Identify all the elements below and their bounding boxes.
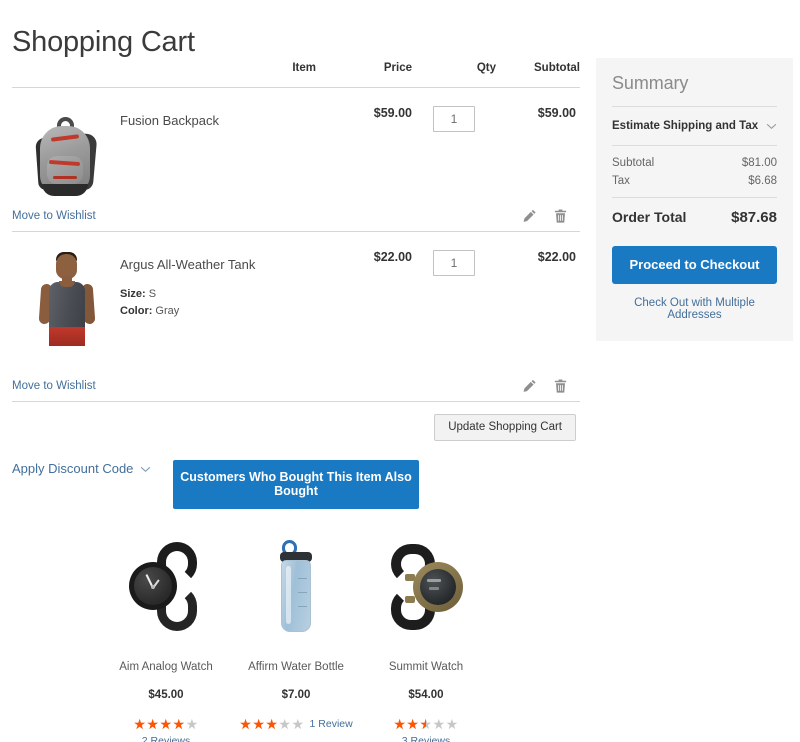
option-value: Gray: [155, 305, 180, 317]
cart-table: Item Price Qty Subtotal Fusion Backpack …: [12, 62, 580, 402]
summary-line-subtotal: Subtotal $81.00: [612, 155, 777, 173]
move-to-wishlist-link[interactable]: Move to Wishlist: [12, 210, 96, 222]
qty-input[interactable]: 1: [433, 106, 475, 132]
list-item: Summit Watch $54.00 ★★★★★ ★★★★★ 3 Review…: [361, 534, 491, 742]
option-label: Size:: [120, 288, 146, 300]
tax-value: $6.68: [748, 175, 777, 187]
summary-line-tax: Tax $6.68: [612, 173, 777, 191]
crosssell-product-grid: Aim Analog Watch $45.00 ★★★★★ ★★★★★ 2 Re…: [12, 509, 580, 742]
cart-items-section: Item Price Qty Subtotal Fusion Backpack …: [12, 62, 580, 478]
column-header-price: Price: [383, 62, 412, 74]
crosssell-product-price: $7.00: [281, 689, 311, 701]
option-value: S: [148, 288, 157, 300]
move-to-wishlist-link[interactable]: Move to Wishlist: [12, 380, 96, 392]
item-subtotal: $59.00: [537, 106, 576, 120]
item-price: $59.00: [373, 106, 412, 120]
list-item: Size: S: [120, 286, 255, 303]
star-rating-fill: ★★★★★: [239, 717, 279, 731]
estimate-shipping-and-tax-toggle[interactable]: Estimate Shipping and Tax: [612, 106, 777, 146]
page-title: Shopping Cart: [12, 26, 195, 59]
table-row-actions: Move to Wishlist: [12, 202, 580, 232]
summary-title: Summary: [612, 73, 689, 93]
row-actions-cell: Move to Wishlist: [12, 346, 580, 402]
pencil-icon[interactable]: [522, 208, 537, 224]
item-subtotal: $22.00: [537, 250, 576, 264]
subtotal-label: Subtotal: [612, 157, 655, 169]
trash-icon[interactable]: [553, 378, 568, 394]
crosssell-product-name[interactable]: Summit Watch: [389, 661, 463, 673]
table-row-actions: Move to Wishlist: [12, 346, 580, 402]
checkout-multiple-addresses-link[interactable]: Check Out with Multiple Addresses: [612, 297, 777, 321]
crosssell-product-name[interactable]: Aim Analog Watch: [119, 661, 213, 673]
subtotal-value: $81.00: [741, 157, 777, 169]
cart-table-head: Item Price Qty Subtotal: [12, 62, 580, 88]
crosssell-product-name[interactable]: Affirm Water Bottle: [248, 661, 344, 673]
backpack-image[interactable]: [29, 104, 103, 202]
product-thumbnail-wrap[interactable]: [12, 248, 120, 346]
shopping-cart-page: Shopping Cart Item Price Qty Subtotal Fu…: [0, 0, 800, 742]
star-rating-fill: ★★★★★: [133, 717, 186, 731]
column-header-qty: Qty: [476, 62, 496, 74]
cart-item-cell: Fusion Backpack: [12, 88, 316, 202]
table-row: Argus All-Weather Tank Size: S Color: Gray: [12, 232, 580, 346]
update-shopping-cart-button[interactable]: Update Shopping Cart: [434, 414, 576, 441]
item-price: $22.00: [373, 250, 412, 264]
rating-block: ★★★★★ ★★★★★ 1 Review: [231, 717, 361, 731]
qty-input[interactable]: 1: [433, 250, 475, 276]
qty-cell: 1: [412, 232, 496, 346]
water-bottle-image[interactable]: [241, 534, 351, 639]
rating-block: ★★★★★ ★★★★★: [101, 717, 231, 731]
product-options-list: Size: S Color: Gray: [120, 286, 255, 320]
qty-cell: 1: [412, 88, 496, 203]
pencil-icon[interactable]: [522, 378, 537, 394]
star-rating-icon[interactable]: ★★★★★ ★★★★★: [393, 717, 458, 731]
analog-watch-image[interactable]: [111, 534, 221, 639]
summit-watch-image[interactable]: [371, 534, 481, 639]
product-name-link[interactable]: Fusion Backpack: [120, 112, 219, 129]
column-header-item: Item: [292, 62, 316, 74]
crosssell-banner[interactable]: Customers Who Bought This Item Also Boug…: [173, 460, 419, 509]
summary-line-order-total: Order Total $87.68: [612, 197, 777, 226]
order-total-value: $87.68: [731, 209, 777, 226]
row-actions-cell: Move to Wishlist: [12, 202, 580, 232]
rating-block: ★★★★★ ★★★★★: [361, 717, 491, 731]
order-total-label: Order Total: [612, 209, 687, 225]
tank-model-image[interactable]: [29, 248, 103, 346]
list-item: Aim Analog Watch $45.00 ★★★★★ ★★★★★ 2 Re…: [101, 534, 231, 742]
star-rating-fill: ★★★★★: [393, 717, 426, 731]
column-header-subtotal: Subtotal: [534, 62, 580, 74]
cart-item-cell: Argus All-Weather Tank Size: S Color: Gray: [12, 232, 316, 346]
list-item: Color: Gray: [120, 303, 255, 320]
estimate-shipping-label: Estimate Shipping and Tax: [612, 120, 759, 132]
cart-actions-bar: Update Shopping Cart: [12, 402, 580, 441]
table-row: Fusion Backpack $59.00 1 $59.00: [12, 88, 580, 203]
crosssell-section: Customers Who Bought This Item Also Boug…: [12, 460, 580, 742]
star-rating-icon[interactable]: ★★★★★ ★★★★★: [239, 717, 304, 731]
reviews-count-link[interactable]: 3 Reviews: [361, 735, 491, 742]
order-summary-panel: Summary Estimate Shipping and Tax Subtot…: [596, 58, 793, 341]
product-name-link[interactable]: Argus All-Weather Tank: [120, 256, 255, 273]
list-item: Affirm Water Bottle $7.00 ★★★★★ ★★★★★ 1 …: [231, 534, 361, 742]
crosssell-product-price: $54.00: [408, 689, 444, 701]
summary-totals: Subtotal $81.00 Tax $6.68 Order Total $8…: [612, 146, 777, 230]
star-rating-icon[interactable]: ★★★★★ ★★★★★: [133, 717, 198, 731]
tax-label: Tax: [612, 175, 630, 187]
product-thumbnail-wrap[interactable]: [12, 104, 120, 202]
chevron-down-icon: [766, 117, 777, 135]
trash-icon[interactable]: [553, 208, 568, 224]
reviews-count-link[interactable]: 1 Review: [310, 718, 353, 730]
option-label: Color:: [120, 305, 153, 317]
crosssell-product-price: $45.00: [148, 689, 184, 701]
proceed-to-checkout-button[interactable]: Proceed to Checkout: [612, 246, 777, 284]
cart-table-body: Fusion Backpack $59.00 1 $59.00 Move to …: [12, 88, 580, 402]
reviews-count-link[interactable]: 2 Reviews: [101, 735, 231, 742]
